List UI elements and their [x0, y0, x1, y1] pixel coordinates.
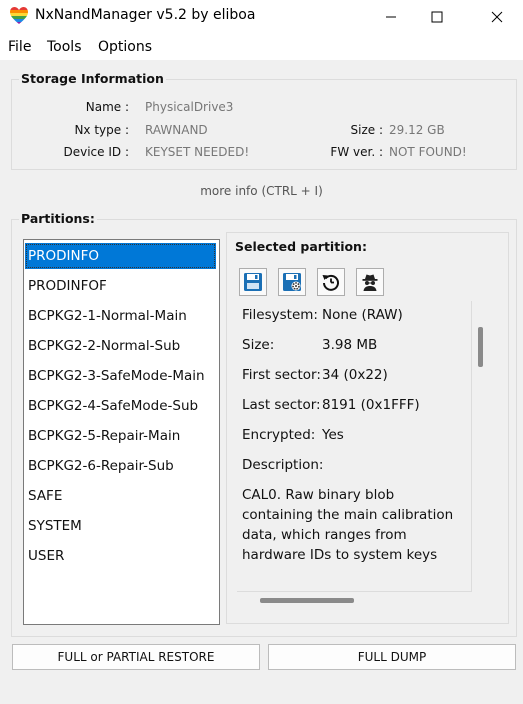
maximize-button[interactable] — [414, 0, 460, 34]
encrypted-value: Yes — [322, 427, 344, 443]
minimize-icon — [386, 16, 396, 18]
last-sector-value: 8191 (0x1FFF) — [322, 397, 420, 413]
minimize-button[interactable] — [368, 0, 414, 34]
size-label: Size : — [350, 123, 384, 137]
partition-size-label: Size: — [242, 337, 275, 353]
dump-partition-button[interactable] — [239, 268, 267, 296]
device-id-value: KEYSET NEEDED! — [145, 145, 250, 159]
partition-item[interactable]: PRODINFO — [25, 243, 216, 269]
restore-partition-button[interactable] — [317, 268, 345, 296]
partition-item[interactable]: BCPKG2-6-Repair-Sub — [25, 453, 216, 479]
crypto-partition-button[interactable] — [356, 268, 384, 296]
menu-file[interactable]: File — [8, 39, 31, 55]
filesystem-value: None (RAW) — [322, 307, 403, 323]
spy-icon — [362, 274, 378, 291]
partition-info-panel: Filesystem: None (RAW) Size: 3.98 MB Fir… — [237, 301, 472, 592]
menu-tools[interactable]: Tools — [47, 39, 82, 55]
fw-version-value: NOT FOUND! — [389, 145, 467, 159]
title-bar: NxNandManager v5.2 by eliboa — [0, 0, 523, 34]
full-partial-restore-button[interactable]: FULL or PARTIAL RESTORE — [12, 644, 260, 670]
partition-item[interactable]: USER — [25, 543, 216, 569]
storage-info-title: Storage Information — [19, 71, 166, 86]
selected-partition-title: Selected partition: — [235, 239, 367, 254]
vertical-scrollbar[interactable] — [478, 327, 483, 367]
nxtype-label: Nx type : — [74, 123, 129, 137]
more-info-link[interactable]: more info (CTRL + I) — [0, 184, 523, 198]
partition-list[interactable]: PRODINFO PRODINFOF BCPKG2-1-Normal-Main … — [23, 239, 220, 625]
horizontal-scrollbar[interactable] — [260, 598, 354, 603]
dump-options-button[interactable] — [278, 268, 306, 296]
close-button[interactable] — [474, 0, 520, 34]
partition-item[interactable]: PRODINFOF — [25, 273, 216, 299]
name-label: Name : — [85, 100, 129, 114]
partition-item[interactable]: SAFE — [25, 483, 216, 509]
name-value: PhysicalDrive3 — [145, 100, 234, 114]
restore-icon — [322, 274, 339, 291]
partition-item[interactable]: BCPKG2-1-Normal-Main — [25, 303, 216, 329]
close-icon — [491, 11, 503, 23]
rainbow-heart-icon — [10, 7, 28, 24]
nxtype-value: RAWNAND — [145, 123, 208, 137]
last-sector-label: Last sector: — [242, 397, 321, 413]
filesystem-label: Filesystem: — [242, 307, 318, 323]
description-label: Description: — [242, 457, 324, 473]
size-value: 29.12 GB — [389, 123, 445, 137]
partition-item[interactable]: BCPKG2-4-SafeMode-Sub — [25, 393, 216, 419]
save-icon — [244, 273, 262, 291]
partition-size-value: 3.98 MB — [322, 337, 378, 353]
partition-item[interactable]: BCPKG2-2-Normal-Sub — [25, 333, 216, 359]
first-sector-label: First sector: — [242, 367, 321, 383]
maximize-icon — [431, 11, 443, 23]
full-dump-button[interactable]: FULL DUMP — [268, 644, 516, 670]
device-id-label: Device ID : — [63, 145, 130, 159]
partitions-title: Partitions: — [19, 211, 97, 226]
main-content: Storage Information Name : PhysicalDrive… — [0, 60, 523, 704]
menu-options[interactable]: Options — [98, 39, 152, 55]
save-settings-icon — [283, 273, 301, 291]
encrypted-label: Encrypted: — [242, 427, 316, 443]
first-sector-value: 34 (0x22) — [322, 367, 388, 383]
partition-item[interactable]: SYSTEM — [25, 513, 216, 539]
window-title: NxNandManager v5.2 by eliboa — [35, 7, 256, 23]
menu-bar: File Tools Options — [0, 35, 523, 59]
fw-version-label: FW ver. : — [330, 145, 383, 159]
partition-item[interactable]: BCPKG2-5-Repair-Main — [25, 423, 216, 449]
description-text: CAL0. Raw binary blob containing the mai… — [242, 487, 454, 563]
partition-item[interactable]: BCPKG2-3-SafeMode-Main — [25, 363, 216, 389]
